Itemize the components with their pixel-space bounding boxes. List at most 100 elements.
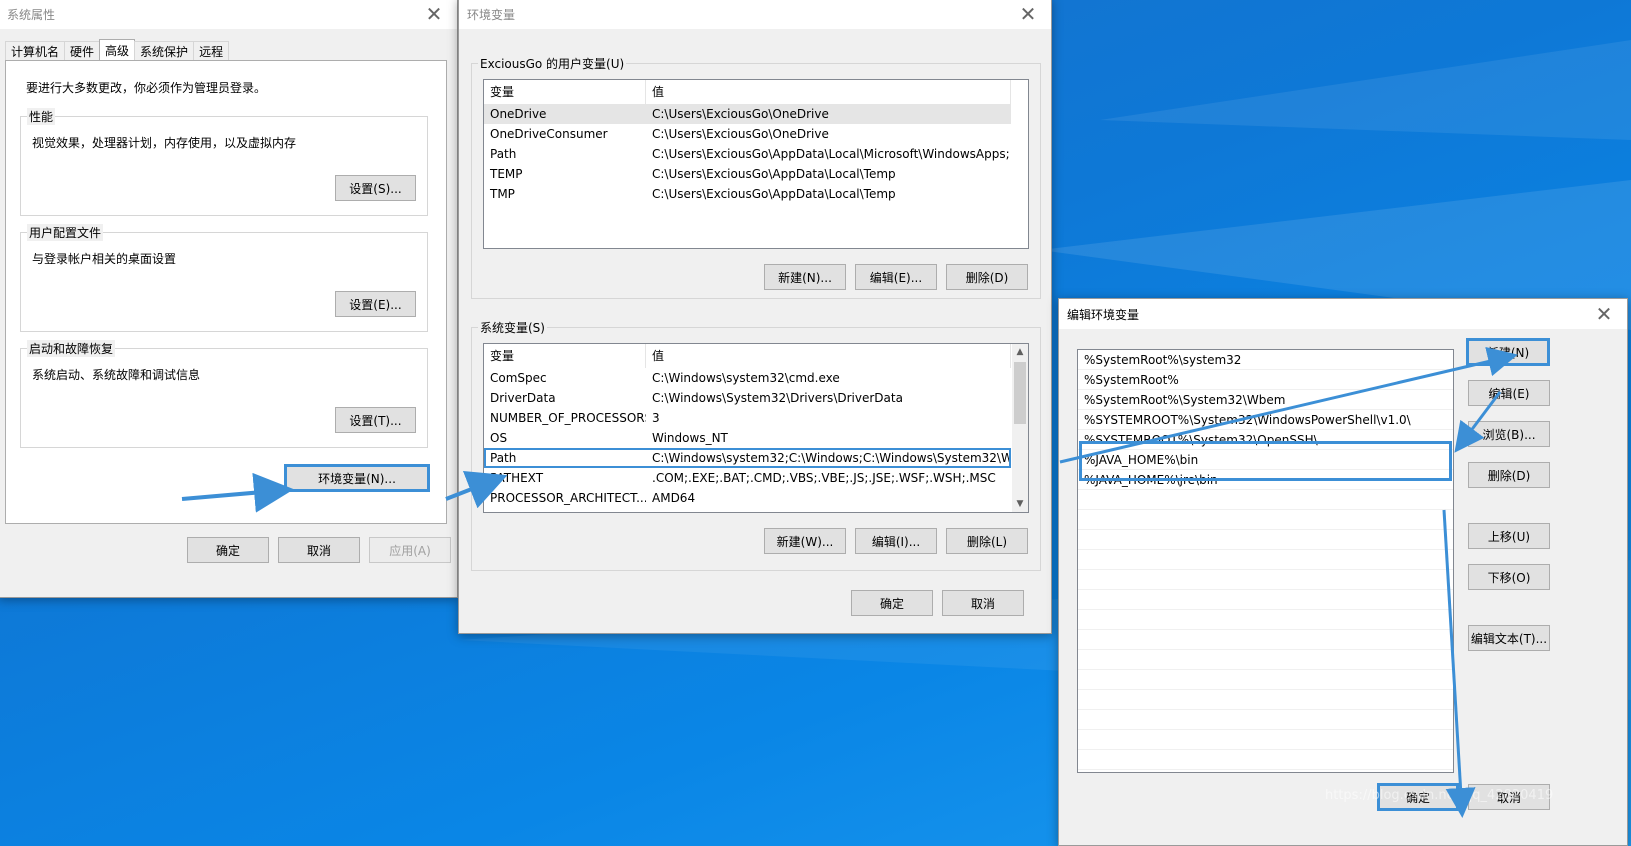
advanced-tab-panel: 要进行大多数更改，你必须作为管理员登录。 性能 视觉效果，处理器计划，内存使用，… (5, 60, 447, 524)
browse-button[interactable]: 浏览(B)... (1468, 421, 1550, 447)
list-item[interactable]: %SystemRoot%\system32 (1078, 350, 1453, 370)
variable-value: 3 (652, 411, 660, 425)
window-title: 编辑环境变量 (1067, 307, 1140, 322)
cancel-button[interactable]: 取消 (942, 590, 1024, 616)
variable-value: C:\Windows\system32;C:\Windows;C:\Window… (652, 451, 1011, 465)
admin-notice: 要进行大多数更改，你必须作为管理员登录。 (26, 81, 267, 95)
close-icon[interactable]: ✕ (411, 0, 457, 29)
column-header-value[interactable]: 值 (646, 80, 1011, 104)
list-item[interactable]: %JAVA_HOME%\bin (1078, 450, 1453, 470)
column-header-variable[interactable]: 变量 (484, 80, 646, 104)
user-variables-list[interactable]: 变量 值 OneDrive C:\Users\ExciousGo\OneDriv… (483, 79, 1029, 249)
user-profile-group: 用户配置文件 与登录帐户相关的桌面设置 设置(E)... (20, 224, 428, 332)
scrollbar-thumb[interactable] (1014, 362, 1026, 424)
variable-value: Windows_NT (652, 431, 728, 445)
variable-name: OneDrive (490, 107, 547, 121)
close-icon[interactable]: ✕ (1581, 299, 1627, 329)
system-edit-button[interactable]: 编辑(I)... (855, 528, 937, 554)
variable-name: PROCESSOR_ARCHITECT... (490, 491, 646, 505)
vertical-scrollbar[interactable]: ▲ ▼ (1012, 344, 1028, 512)
system-properties-window: 系统属性 ✕ 计算机名 硬件 高级 系统保护 远程 要进行大多数更改，你必须作为… (0, 0, 458, 598)
column-header-value[interactable]: 值 (646, 344, 1011, 368)
column-header-variable[interactable]: 变量 (484, 344, 646, 368)
tab-hardware[interactable]: 硬件 (64, 41, 101, 61)
empty-row (1078, 630, 1453, 650)
list-item[interactable]: %JAVA_HOME%\jre\bin (1078, 470, 1453, 490)
environment-variables-button[interactable]: 环境变量(N)... (284, 464, 430, 492)
user-delete-button[interactable]: 删除(D) (946, 264, 1028, 290)
user-profile-settings-button[interactable]: 设置(E)... (335, 291, 416, 317)
delete-button[interactable]: 删除(D) (1468, 462, 1550, 488)
move-up-button[interactable]: 上移(U) (1468, 523, 1550, 549)
variable-value: C:\Users\ExciousGo\AppData\Local\Temp (652, 187, 896, 201)
table-row[interactable]: OneDriveConsumer C:\Users\ExciousGo\OneD… (484, 124, 1011, 144)
empty-row (1078, 570, 1453, 590)
list-header: 变量 值 (484, 80, 1011, 104)
variable-name: ComSpec (490, 371, 547, 385)
list-item[interactable]: %SYSTEMROOT%\System32\OpenSSH\ (1078, 430, 1453, 450)
startup-recovery-settings-button[interactable]: 设置(T)... (335, 407, 416, 433)
table-row[interactable]: TMP C:\Users\ExciousGo\AppData\Local\Tem… (484, 184, 1011, 204)
scroll-down-icon[interactable]: ▼ (1012, 496, 1028, 512)
performance-legend: 性能 (27, 108, 56, 125)
path-entries-list[interactable]: %SystemRoot%\system32 %SystemRoot% %Syst… (1077, 349, 1454, 773)
system-variables-list[interactable]: 变量 值 ComSpec C:\Windows\system32\cmd.exe… (483, 343, 1029, 513)
tab-advanced[interactable]: 高级 (99, 39, 136, 61)
tab-computer-name[interactable]: 计算机名 (5, 41, 66, 61)
tab-system-protection[interactable]: 系统保护 (134, 41, 195, 61)
new-button[interactable]: 新建(N) (1466, 338, 1550, 366)
system-variables-group: 系统变量(S) 变量 值 ComSpec C:\Windows\system32… (471, 319, 1041, 571)
edit-button[interactable]: 编辑(E) (1468, 380, 1550, 406)
empty-row (1078, 590, 1453, 610)
user-new-button[interactable]: 新建(N)... (764, 264, 846, 290)
variable-value: C:\Windows\System32\Drivers\DriverData (652, 391, 903, 405)
ok-button[interactable]: 确定 (851, 590, 933, 616)
table-row[interactable]: TEMP C:\Users\ExciousGo\AppData\Local\Te… (484, 164, 1011, 184)
path-row[interactable]: Path C:\Windows\system32;C:\Windows;C:\W… (484, 448, 1011, 468)
variable-name: Path (490, 451, 517, 465)
environment-variables-window: 环境变量 ✕ ExciousGo 的用户变量(U) 变量 值 OneDrive … (458, 0, 1052, 634)
table-row[interactable]: Path C:\Users\ExciousGo\AppData\Local\Mi… (484, 144, 1011, 164)
empty-row (1078, 510, 1453, 530)
system-variables-legend: 系统变量(S) (478, 319, 547, 336)
table-row[interactable]: ComSpec C:\Windows\system32\cmd.exe (484, 368, 1011, 388)
variable-name: PATHEXT (490, 471, 544, 485)
system-delete-button[interactable]: 删除(L) (946, 528, 1028, 554)
ok-button[interactable]: 确定 (187, 537, 269, 563)
user-edit-button[interactable]: 编辑(E)... (855, 264, 937, 290)
close-icon[interactable]: ✕ (1005, 0, 1051, 29)
list-item[interactable]: %SystemRoot% (1078, 370, 1453, 390)
cancel-button[interactable]: 取消 (278, 537, 360, 563)
startup-recovery-group: 启动和故障恢复 系统启动、系统故障和调试信息 设置(T)... (20, 340, 428, 448)
variable-name: NUMBER_OF_PROCESSORS (490, 411, 646, 425)
table-row[interactable]: DriverData C:\Windows\System32\Drivers\D… (484, 388, 1011, 408)
apply-button[interactable]: 应用(A) (369, 537, 451, 563)
table-row[interactable]: OneDrive C:\Users\ExciousGo\OneDrive (484, 104, 1011, 124)
performance-settings-button[interactable]: 设置(S)... (335, 175, 416, 201)
variable-name: OneDriveConsumer (490, 127, 608, 141)
watermark: https://blog.csdn.net/qq_42820419 (1325, 788, 1554, 803)
list-item[interactable]: %SYSTEMROOT%\System32\WindowsPowerShell\… (1078, 410, 1453, 430)
tab-remote[interactable]: 远程 (193, 41, 230, 61)
variable-value: .COM;.EXE;.BAT;.CMD;.VBS;.VBE;.JS;.JSE;.… (652, 471, 996, 485)
empty-row (1078, 670, 1453, 690)
user-variables-group: ExciousGo 的用户变量(U) 变量 值 OneDrive C:\User… (471, 55, 1041, 299)
scroll-up-icon[interactable]: ▲ (1012, 344, 1028, 360)
empty-row (1078, 710, 1453, 730)
table-row[interactable]: NUMBER_OF_PROCESSORS 3 (484, 408, 1011, 428)
startup-recovery-legend: 启动和故障恢复 (27, 340, 116, 357)
table-row[interactable]: OS Windows_NT (484, 428, 1011, 448)
list-item[interactable]: %SystemRoot%\System32\Wbem (1078, 390, 1453, 410)
table-row[interactable]: PATHEXT .COM;.EXE;.BAT;.CMD;.VBS;.VBE;.J… (484, 468, 1011, 488)
title-bar: 编辑环境变量 ✕ (1059, 299, 1627, 329)
edit-text-button[interactable]: 编辑文本(T)... (1468, 625, 1550, 651)
move-down-button[interactable]: 下移(O) (1468, 564, 1550, 590)
variable-value: C:\Users\ExciousGo\AppData\Local\Microso… (652, 147, 1010, 161)
table-row[interactable]: PROCESSOR_ARCHITECT... AMD64 (484, 488, 1011, 508)
variable-value: C:\Users\ExciousGo\OneDrive (652, 127, 829, 141)
list-header: 变量 值 (484, 344, 1011, 368)
variable-name: OS (490, 431, 508, 445)
user-profile-legend: 用户配置文件 (27, 224, 104, 241)
performance-group: 性能 视觉效果，处理器计划，内存使用，以及虚拟内存 设置(S)... (20, 108, 428, 216)
system-new-button[interactable]: 新建(W)... (764, 528, 846, 554)
